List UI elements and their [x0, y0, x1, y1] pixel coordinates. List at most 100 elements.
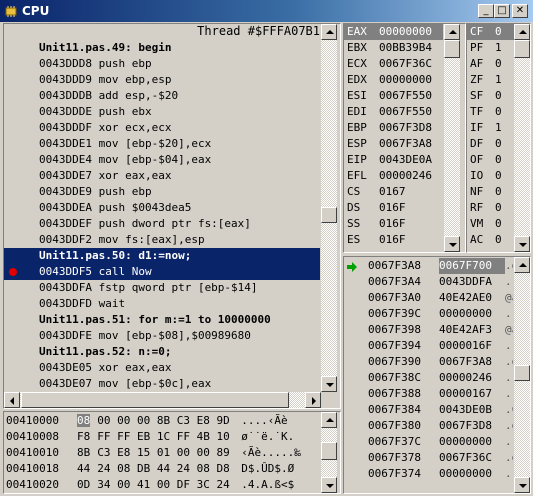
- asm-line[interactable]: 0043DDEF push dword ptr fs:[eax]: [4, 216, 320, 232]
- flag-row[interactable]: PF 1: [467, 40, 514, 56]
- scroll-up-button[interactable]: [321, 24, 337, 40]
- scroll-up-button[interactable]: [444, 24, 460, 40]
- asm-line[interactable]: 0043DDE4 mov [ebp-$04],eax: [4, 152, 320, 168]
- register-row[interactable]: ES 016F: [344, 232, 443, 248]
- stack-row[interactable]: 0067F380 0067F3D8 .g: [344, 418, 513, 434]
- scroll-thumb[interactable]: [514, 365, 530, 381]
- register-row[interactable]: EIP 0043DE0A: [344, 152, 443, 168]
- scroll-up-button[interactable]: [514, 24, 530, 40]
- scroll-thumb[interactable]: [321, 442, 337, 460]
- memory-row[interactable]: 00410000 08 00 00 00 8B C3 E8 9D ....‹Ãè: [4, 413, 320, 429]
- title-bar[interactable]: CPU _ □ ✕: [0, 0, 533, 22]
- source-line[interactable]: Unit11.pas.49: begin: [4, 40, 320, 56]
- flags-list[interactable]: CF 0 PF 1 AF 0 ZF 1 SF 0 TF 0 IF 1 DF 0 OF 0 IO 0 NF 0 RF 0 VM 0 A…: [467, 24, 514, 252]
- flag-row[interactable]: TF 0: [467, 104, 514, 120]
- asm-line[interactable]: 0043DDD9 mov ebp,esp: [4, 72, 320, 88]
- asm-line[interactable]: 0043DDD8 push ebp: [4, 56, 320, 72]
- register-row[interactable]: EFL 00000246: [344, 168, 443, 184]
- source-line[interactable]: Unit11.pas.50: d1:=now;: [4, 248, 320, 264]
- flag-row[interactable]: IO 0: [467, 168, 514, 184]
- hscroll-thumb[interactable]: [21, 392, 289, 408]
- scroll-up-button[interactable]: [514, 257, 530, 273]
- source-line[interactable]: Unit11.pas.52: n:=0;: [4, 344, 320, 360]
- scroll-down-button[interactable]: [444, 236, 460, 252]
- source-line[interactable]: Unit11.pas.51: for m:=1 to 10000000: [4, 312, 320, 328]
- breakpoint-dot-icon[interactable]: [9, 268, 17, 276]
- register-row[interactable]: EDX 00000000: [344, 72, 443, 88]
- stack-row[interactable]: 0067F3A4 0043DDFA ..C: [344, 274, 513, 290]
- asm-line[interactable]: 0043DDE9 push ebp: [4, 184, 320, 200]
- asm-line[interactable]: 0043DDFE mov [ebp-$08],$00989680: [4, 328, 320, 344]
- scroll-thumb[interactable]: [514, 40, 530, 58]
- memory-row[interactable]: 00410018 44 24 08 DB 44 24 08 D8 D$.ÛD$.Ø: [4, 461, 320, 477]
- register-row[interactable]: EAX 00000000: [344, 24, 443, 40]
- close-button[interactable]: ✕: [512, 4, 528, 18]
- maximize-button[interactable]: □: [494, 4, 510, 18]
- register-row[interactable]: EBP 0067F3D8: [344, 120, 443, 136]
- asm-line[interactable]: 0043DDFA fstp qword ptr [ebp-$14]: [4, 280, 320, 296]
- stack-row[interactable]: 0067F374 00000000....: [344, 466, 513, 482]
- memory-row[interactable]: 00410010 8B C3 E8 15 01 00 00 89 ‹Ãè.....‰: [4, 445, 320, 461]
- minimize-button[interactable]: _: [478, 4, 494, 18]
- stack-list[interactable]: 0067F3A80067F700.g0067F3A40043DDFA..C006…: [344, 258, 513, 493]
- stack-row[interactable]: 0067F39C 00000000....: [344, 306, 513, 322]
- memory-row[interactable]: 00410008 F8 FF FF EB 1C FF 4B 10 ø˙˙ë.˙K.: [4, 429, 320, 445]
- flag-row[interactable]: AF 0: [467, 56, 514, 72]
- stack-row[interactable]: 0067F3A0 40E42AE0 @à: [344, 290, 513, 306]
- asm-line[interactable]: 0043DDFD wait: [4, 296, 320, 312]
- asm-line[interactable]: 0043DDDF xor ecx,ecx: [4, 120, 320, 136]
- scroll-down-button[interactable]: [514, 236, 530, 252]
- register-row[interactable]: ECX 0067F36C: [344, 56, 443, 72]
- asm-line[interactable]: 0043DE07 mov [ebp-$0c],eax: [4, 376, 320, 392]
- flag-row[interactable]: OF 0: [467, 152, 514, 168]
- register-row[interactable]: EBX 00BB39B4: [344, 40, 443, 56]
- register-row[interactable]: ESI 0067F550: [344, 88, 443, 104]
- memory-dump-list[interactable]: 00410000 08 00 00 00 8B C3 E8 9D ....‹Ãè 004…: [4, 413, 320, 493]
- flag-row[interactable]: VM 0: [467, 216, 514, 232]
- flag-row[interactable]: DF 0: [467, 136, 514, 152]
- flag-row[interactable]: IF 1: [467, 120, 514, 136]
- asm-line[interactable]: 0043DDDB add esp,-$20: [4, 88, 320, 104]
- register-row[interactable]: ESP 0067F3A8: [344, 136, 443, 152]
- scroll-down-button[interactable]: [321, 376, 337, 392]
- flag-row[interactable]: RF 0: [467, 200, 514, 216]
- scroll-thumb[interactable]: [321, 207, 337, 223]
- flags-vscroll[interactable]: [514, 24, 530, 252]
- scroll-left-button[interactable]: [4, 392, 20, 408]
- register-row[interactable]: SS 016F: [344, 216, 443, 232]
- stack-row[interactable]: 0067F3A8 0067F700.g: [344, 258, 513, 274]
- flag-row[interactable]: SF 0: [467, 88, 514, 104]
- scroll-down-button[interactable]: [321, 477, 337, 493]
- stack-row[interactable]: 0067F384 0043DE0B .C: [344, 402, 513, 418]
- stack-row[interactable]: 0067F378 0067F36C .g: [344, 450, 513, 466]
- stack-row[interactable]: 0067F394 0000016F..: [344, 338, 513, 354]
- register-row[interactable]: DS 016F: [344, 200, 443, 216]
- stack-row[interactable]: 0067F38C 00000246..: [344, 370, 513, 386]
- registers-list[interactable]: EAX 00000000 EBX 00BB39B4 ECX 0067F36C EDX 0000…: [344, 24, 443, 252]
- stack-row[interactable]: 0067F390 0067F3A8 .g: [344, 354, 513, 370]
- register-name: SS: [347, 217, 361, 230]
- scroll-thumb[interactable]: [444, 40, 460, 58]
- stack-row[interactable]: 0067F388 00000167..: [344, 386, 513, 402]
- asm-line[interactable]: 0043DDE1 mov [ebp-$20],ecx: [4, 136, 320, 152]
- register-row[interactable]: EDI 0067F550: [344, 104, 443, 120]
- flag-row[interactable]: AC 0: [467, 232, 514, 248]
- registers-vscroll[interactable]: [444, 24, 460, 252]
- disassembly-listing[interactable]: Unit11.pas.49: begin 0043DDD8 push ebp 004…: [4, 40, 320, 392]
- flag-row[interactable]: NF 0: [467, 184, 514, 200]
- asm-line[interactable]: 0043DDF2 mov fs:[eax],esp: [4, 232, 320, 248]
- asm-line[interactable]: 0043DDDE push ebx: [4, 104, 320, 120]
- scroll-down-button[interactable]: [514, 477, 530, 493]
- flag-row[interactable]: ZF 1: [467, 72, 514, 88]
- asm-line[interactable]: 0043DDE7 xor eax,eax: [4, 168, 320, 184]
- asm-line[interactable]: 0043DDEA push $0043dea5: [4, 200, 320, 216]
- scroll-right-button[interactable]: [305, 392, 321, 408]
- register-row[interactable]: CS 0167: [344, 184, 443, 200]
- stack-row[interactable]: 0067F398 40E42AF3 @à: [344, 322, 513, 338]
- asm-line[interactable]: 0043DDF5 call Now: [4, 264, 320, 280]
- asm-line[interactable]: 0043DE05 xor eax,eax: [4, 360, 320, 376]
- memory-row[interactable]: 00410020 0D 34 00 41 00 DF 3C 24 .4.A.ß<$: [4, 477, 320, 493]
- flag-row[interactable]: CF 0: [467, 24, 514, 40]
- stack-row[interactable]: 0067F37C 00000000....: [344, 434, 513, 450]
- scroll-up-button[interactable]: [321, 412, 337, 428]
